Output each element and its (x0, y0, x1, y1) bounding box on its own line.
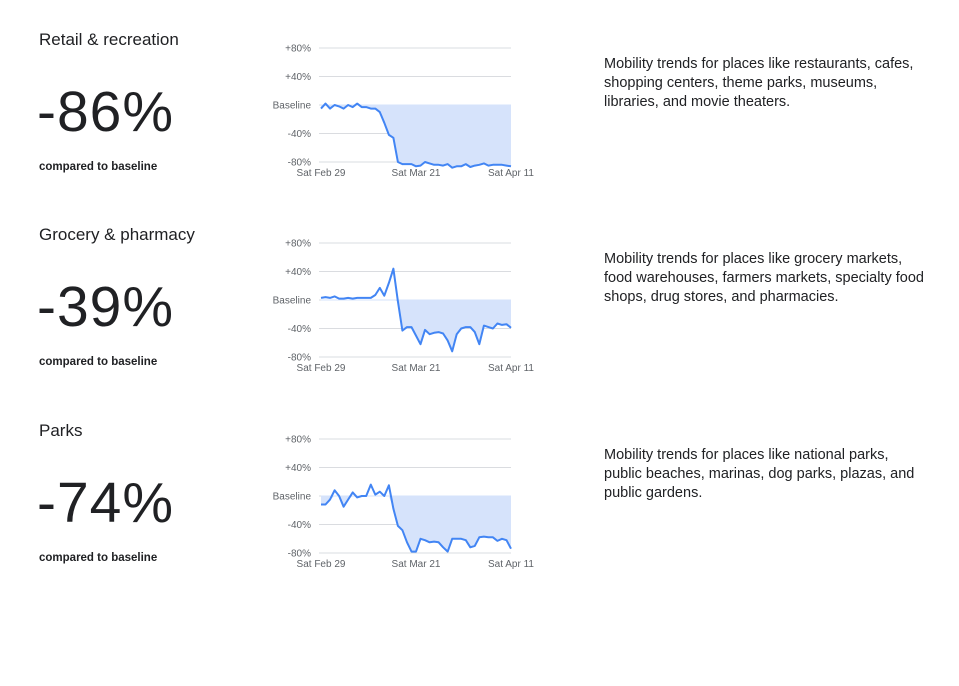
y-tick-label: -40% (288, 129, 311, 140)
trend-chart: +80% +40% Baseline -40% -80%Sat Feb 29 Sat Ma… (273, 239, 535, 375)
y-tick-label: +80% (285, 44, 311, 55)
trend-chart: +80% +40% Baseline -40% -80%Sat Feb 29 Sat Ma… (273, 44, 535, 180)
below-baseline-area (321, 105, 511, 168)
compared-to-baseline-label: compared to baseline (39, 161, 158, 173)
x-tick-label: Sat Mar 21 (392, 363, 441, 374)
y-tick-label: Baseline (273, 492, 312, 503)
percent-change-value: -86% (37, 80, 175, 144)
y-tick-label: Baseline (273, 101, 312, 112)
category-title: Grocery & pharmacy (39, 225, 195, 244)
mobility-section: Grocery & pharmacy -39% compared to baseli… (0, 205, 959, 400)
category-description: Mobility trends for places like national… (604, 447, 915, 501)
compared-to-baseline-label: compared to baseline (39, 356, 158, 368)
x-tick-label: Sat Feb 29 (297, 363, 346, 374)
percent-change-value: -39% (37, 275, 175, 339)
x-tick-label: Sat Feb 29 (297, 168, 346, 179)
y-tick-label: -40% (288, 324, 311, 335)
y-tick-label: -80% (288, 549, 311, 560)
y-tick-label: +40% (285, 463, 311, 474)
x-tick-label: Sat Mar 21 (392, 559, 441, 570)
mobility-section: Retail & recreation -86% compared to basel… (0, 10, 959, 205)
y-tick-label: Baseline (273, 296, 312, 307)
y-tick-label: -40% (288, 520, 311, 531)
x-tick-label: Sat Apr 11 (488, 559, 534, 570)
y-tick-label: +40% (285, 72, 311, 83)
below-baseline-area (321, 300, 511, 352)
category-description: Mobility trends for places like restaura… (604, 56, 914, 110)
y-tick-label: +80% (285, 435, 311, 446)
x-tick-label: Sat Mar 21 (392, 168, 441, 179)
compared-to-baseline-label: compared to baseline (39, 552, 158, 564)
y-tick-label: -80% (288, 353, 311, 364)
mobility-section: Parks -74% compared to baseline Mobility tr… (0, 401, 959, 596)
x-tick-label: Sat Apr 11 (488, 168, 534, 179)
x-tick-label: Sat Apr 11 (488, 363, 534, 374)
y-tick-label: +40% (285, 267, 311, 278)
y-tick-label: -80% (288, 158, 311, 169)
category-description: Mobility trends for places like grocery … (604, 251, 924, 305)
x-tick-label: Sat Feb 29 (297, 559, 346, 570)
percent-change-value: -74% (37, 471, 175, 535)
y-tick-label: +80% (285, 239, 311, 250)
category-title: Parks (39, 421, 83, 440)
trend-chart: +80% +40% Baseline -40% -80%Sat Feb 29 Sat Ma… (273, 435, 535, 571)
below-baseline-area (321, 496, 511, 552)
category-title: Retail & recreation (39, 30, 179, 49)
